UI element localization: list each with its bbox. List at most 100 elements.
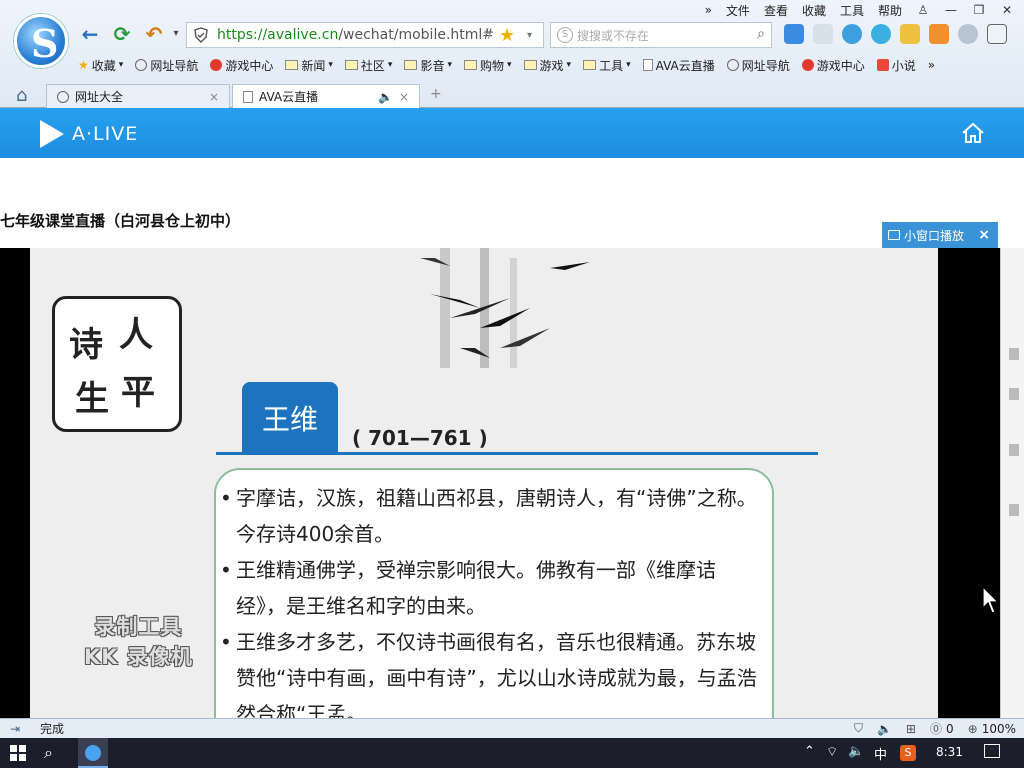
menu-view[interactable]: 查看: [764, 2, 788, 19]
page-title: 七年级课堂直播（白河县仓上初中）: [0, 212, 241, 230]
browser-app-icon: [85, 745, 101, 761]
refresh-icon[interactable]: ⟳: [110, 22, 134, 46]
search-icon[interactable]: ⌕: [757, 26, 765, 42]
minimize-icon[interactable]: —: [944, 3, 958, 17]
alive-logo[interactable]: A·LIVE: [40, 120, 138, 148]
fav-item-ava[interactable]: AVA云直播: [642, 57, 715, 74]
page-icon: [243, 90, 253, 103]
fav-item-novel[interactable]: 小说: [876, 57, 916, 74]
recorder-watermark: 录制工具 KK 录像机: [84, 615, 193, 669]
wifi-icon[interactable]: ⌔: [826, 744, 838, 760]
zoom-icon[interactable]: ⊕: [968, 722, 978, 736]
tab-ava-live[interactable]: AVA云直播 🔈 ×: [232, 84, 420, 108]
close-window-icon[interactable]: ✕: [1000, 3, 1014, 17]
fav-folder-games[interactable]: 游戏 ▾: [523, 57, 571, 74]
film-reel-icon[interactable]: [871, 24, 891, 44]
arrow-icon[interactable]: [813, 24, 833, 44]
volume-icon[interactable]: 🔈: [877, 722, 892, 736]
favorites-bar: ★ 收藏 ▾ 网址导航 游戏中心 新闻 ▾ 社区 ▾ 影音 ▾ 购物 ▾ 游戏 ▾ 工具 ▾ A…: [78, 54, 935, 76]
menu-favorites[interactable]: 收藏: [802, 2, 826, 19]
download-icon[interactable]: [987, 24, 1007, 44]
toolbar-icons: [784, 24, 1007, 44]
tab-bar: ⌂ 网址大全 × AVA云直播 🔈 × +: [0, 82, 1024, 108]
poet-years: ( 701—761 ): [352, 426, 488, 450]
fav-item-favorites[interactable]: ★ 收藏 ▾: [78, 57, 123, 74]
bio-bullet: 王维多才多艺，不仅诗书画很有名，音乐也很精通。苏东坡赞他“诗中有画，画中有诗”，…: [220, 624, 762, 718]
translate-icon[interactable]: [784, 24, 804, 44]
counter-icon[interactable]: ⓪: [930, 720, 942, 737]
search-engine-icon[interactable]: S: [557, 27, 573, 43]
headset-icon[interactable]: [842, 24, 862, 44]
sidebar-toggle-icon[interactable]: ⇥: [10, 722, 24, 736]
windows-start-icon[interactable]: [10, 745, 26, 761]
search-placeholder: 搜搜或不存在: [577, 28, 650, 43]
status-text: 完成: [40, 722, 65, 736]
notifications-icon[interactable]: [984, 744, 1000, 758]
tab-close-icon[interactable]: ×: [399, 90, 409, 104]
network-icon[interactable]: ⊞: [906, 722, 916, 736]
speaker-icon[interactable]: 🔈: [378, 90, 393, 104]
menu-tools[interactable]: 工具: [840, 2, 864, 19]
close-icon[interactable]: ×: [978, 227, 990, 243]
clipboard-icon[interactable]: [900, 24, 920, 44]
restore-icon[interactable]: ❐: [972, 3, 986, 17]
mini-player-button[interactable]: 小窗口播放 ×: [882, 222, 998, 248]
skin-icon[interactable]: ♙: [916, 3, 930, 17]
folder-icon: [404, 60, 418, 70]
fav-item-nav[interactable]: 网址导航: [135, 57, 198, 74]
fav-folder-tools[interactable]: 工具 ▾: [583, 57, 631, 74]
home-tab-icon[interactable]: ⌂: [16, 85, 27, 106]
folder-icon: [523, 60, 537, 70]
zoom-level[interactable]: 100%: [982, 722, 1016, 736]
home-icon[interactable]: [960, 121, 986, 145]
shield-icon: [194, 27, 208, 43]
tab-url-directory[interactable]: 网址大全 ×: [46, 84, 230, 108]
menu-file[interactable]: 文件: [726, 2, 750, 19]
menu-help[interactable]: 帮助: [878, 2, 902, 19]
bio-bullet: 字摩诘，汉族，祖籍山西祁县，唐朝诗人，有“诗佛”之称。今存诗400余首。: [220, 480, 762, 552]
address-dropdown-icon[interactable]: ▾: [527, 30, 532, 41]
fav-folder-shopping[interactable]: 购物 ▾: [463, 57, 512, 74]
back-arrow-icon[interactable]: ←: [78, 22, 102, 46]
menu-bar: » 文件 查看 收藏 工具 帮助 ♙ — ❐ ✕: [705, 0, 1024, 20]
poet-life-box: 诗 人 生 平: [52, 296, 182, 432]
sogou-icon[interactable]: S: [900, 745, 916, 761]
lightning-icon[interactable]: ϟ: [483, 27, 492, 43]
video-player[interactable]: 诗 人 生 平 王维 ( 701—761 ) 字摩诘，汉族，祖籍山西祁县，唐朝诗…: [0, 248, 1000, 718]
address-bar[interactable]: https://avalive.cn/wechat/mobile.html# ϟ…: [186, 22, 544, 48]
book-icon: [876, 59, 889, 71]
fav-folder-news[interactable]: 新闻 ▾: [285, 57, 333, 74]
undo-icon[interactable]: ↶: [142, 22, 166, 46]
taskbar-browser-button[interactable]: [78, 738, 108, 768]
security-icon[interactable]: ⛉: [854, 721, 863, 736]
mouse-cursor-icon: [982, 586, 1000, 614]
fav-item-games[interactable]: 游戏中心: [210, 57, 273, 74]
search-icon[interactable]: ⌕: [44, 743, 53, 763]
status-bar: ⇥ 完成 ⛉ 🔈 ⊞ ⓪ 0 ⊕ 100%: [0, 718, 1024, 738]
tray-expand-icon[interactable]: ⌃: [804, 744, 815, 759]
star-icon[interactable]: ★: [499, 25, 515, 46]
ime-indicator[interactable]: 中: [874, 744, 887, 763]
new-tab-icon[interactable]: +: [430, 86, 442, 102]
menu-overflow-icon[interactable]: »: [705, 3, 712, 17]
side-panel: [1000, 248, 1024, 718]
fav-folder-community[interactable]: 社区 ▾: [344, 57, 392, 74]
taskbar: ⌕ ⌃ ⌔ 🔈 中 S 8:31: [0, 738, 1024, 768]
key-icon[interactable]: [929, 24, 949, 44]
search-input[interactable]: S 搜搜或不存在 ⌕: [550, 22, 772, 48]
bio-bullet: 王维精通佛学，受禅宗影响很大。佛教有一部《维摩诘经》，是王维名和字的由来。: [220, 552, 762, 624]
tab-close-icon[interactable]: ×: [209, 90, 219, 104]
globe-icon: [135, 59, 148, 71]
folder-icon: [463, 60, 477, 70]
more-icon[interactable]: [958, 24, 978, 44]
fav-folder-media[interactable]: 影音 ▾: [404, 57, 452, 74]
clock[interactable]: 8:31: [936, 745, 963, 759]
browser-logo-icon[interactable]: S: [14, 14, 68, 68]
bio-box: 字摩诘，汉族，祖籍山西祁县，唐朝诗人，有“诗佛”之称。今存诗400余首。 王维精…: [214, 468, 774, 718]
browser-chrome: S » 文件 查看 收藏 工具 帮助 ♙ — ❐ ✕ ← ⟳ ↶ ▾ https…: [0, 0, 1024, 108]
fav-item-nav-2[interactable]: 网址导航: [726, 57, 790, 74]
undo-dropdown-icon[interactable]: ▾: [164, 22, 188, 46]
fav-item-games-2[interactable]: 游戏中心: [801, 57, 865, 74]
favbar-overflow-icon[interactable]: »: [928, 58, 935, 72]
volume-icon[interactable]: 🔈: [848, 744, 864, 759]
